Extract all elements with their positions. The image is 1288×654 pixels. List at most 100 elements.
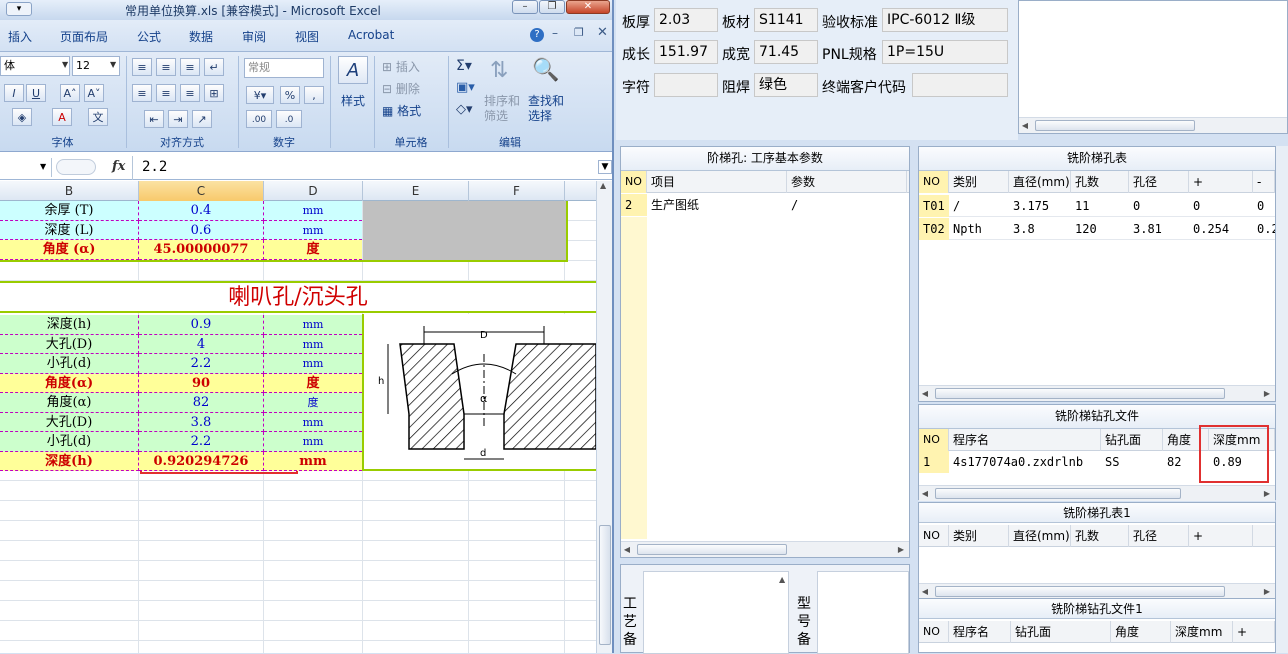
cell-value[interactable]: 4 — [139, 334, 264, 354]
cell-value[interactable]: 90 — [139, 373, 264, 393]
comma-icon[interactable]: , — [304, 86, 324, 104]
column-header-b[interactable]: B — [0, 181, 139, 201]
tab-review[interactable]: 审阅 — [242, 28, 266, 45]
chevron-down-icon[interactable]: ▼ — [110, 60, 116, 69]
col-minus[interactable]: - — [1253, 171, 1275, 193]
field-board-thickness[interactable]: 2.03 — [654, 8, 718, 32]
scroll-left-icon[interactable]: ◀ — [1021, 120, 1029, 131]
cell-unit[interactable]: 度 — [264, 373, 362, 393]
scroll-left-icon[interactable]: ◀ — [921, 388, 929, 399]
scroll-thumb[interactable] — [599, 525, 611, 645]
italic-icon[interactable]: I — [4, 84, 24, 102]
field-solder-mask[interactable]: 绿色 — [754, 73, 818, 97]
col-drill-side[interactable]: 钻孔面 — [1101, 429, 1163, 451]
col-program-name[interactable]: 程序名 — [949, 621, 1011, 643]
col-hole-size[interactable]: 孔径 — [1129, 171, 1189, 193]
scroll-thumb[interactable] — [637, 544, 787, 555]
field-customer-code[interactable] — [912, 73, 1008, 97]
minimize-icon[interactable]: – — [512, 0, 538, 14]
table-row[interactable]: T01 / 3.175 11 0 0 0 — [919, 195, 1275, 217]
col-hole-count[interactable]: 孔数 — [1071, 525, 1129, 547]
col-item[interactable]: 项目 — [647, 171, 787, 193]
orientation-icon[interactable]: ↗ — [192, 110, 212, 128]
cell-unit[interactable]: mm — [264, 220, 362, 240]
field-legend[interactable] — [654, 73, 718, 97]
scroll-left-icon[interactable]: ◀ — [623, 544, 631, 555]
format-cells-button[interactable]: ▦ 格式 — [382, 102, 421, 119]
align-top-icon[interactable]: ≡ — [132, 58, 152, 76]
align-left-icon[interactable]: ≡ — [132, 84, 152, 102]
process-remark-input[interactable] — [643, 571, 789, 654]
scroll-left-icon[interactable]: ◀ — [921, 586, 929, 597]
tab-acrobat[interactable]: Acrobat — [348, 28, 394, 42]
grow-font-icon[interactable]: A˄ — [60, 84, 80, 102]
merge-cells-icon[interactable]: ⊞ — [204, 84, 224, 102]
col-no[interactable]: NO — [919, 429, 949, 451]
cell-label[interactable]: 角度(α) — [0, 373, 139, 393]
align-middle-icon[interactable]: ≡ — [156, 58, 176, 76]
col-no[interactable]: NO — [919, 621, 949, 643]
col-no[interactable]: NO — [919, 525, 949, 547]
autosum-icon[interactable]: Σ▾ — [456, 58, 472, 74]
horizontal-scrollbar[interactable]: ◀ ▶ — [919, 583, 1275, 599]
field-board-material[interactable]: S1141 — [754, 8, 818, 32]
cell-value[interactable]: 82 — [139, 393, 264, 413]
cell-label[interactable]: 深度 (L) — [0, 220, 139, 240]
fill-color-icon[interactable]: ◈ — [12, 108, 32, 126]
wrap-text-icon[interactable]: ↵ — [204, 58, 224, 76]
col-param[interactable]: 参数 — [787, 171, 907, 193]
column-header-d[interactable]: D — [264, 181, 363, 201]
cell-label[interactable]: 深度(h) — [0, 451, 139, 471]
scroll-thumb[interactable] — [935, 488, 1181, 499]
decrease-indent-icon[interactable]: ⇤ — [144, 110, 164, 128]
horizontal-scrollbar[interactable]: ◀ ▶ — [919, 385, 1275, 401]
shrink-font-icon[interactable]: A˅ — [84, 84, 104, 102]
scroll-thumb[interactable] — [935, 586, 1225, 597]
cell-value[interactable]: 3.8 — [139, 412, 264, 432]
ribbon-restore-icon[interactable]: ❐ — [574, 26, 584, 39]
sort-filter-button[interactable]: 排序和 筛选 — [484, 94, 520, 124]
cell-label[interactable]: 深度(h) — [0, 315, 139, 335]
col-no[interactable]: NO — [919, 171, 949, 193]
find-select-button[interactable]: 查找和 选择 — [528, 94, 564, 124]
cell-value[interactable]: 0.920294726 — [139, 451, 264, 471]
column-header-c[interactable]: C — [139, 181, 264, 201]
cell-unit[interactable]: mm — [264, 354, 362, 374]
col-drill-side[interactable]: 钻孔面 — [1011, 621, 1111, 643]
model-remark-input[interactable] — [817, 571, 909, 654]
field-finished-length[interactable]: 151.97 — [654, 40, 718, 64]
worksheet-grid[interactable]: 喇叭孔/沉头孔 D h α d 余厚 (T) 0.4 mm 深度 (L) 0.6… — [0, 201, 597, 653]
table-row[interactable]: T02 Npth 3.8 120 3.81 0.254 0.2 — [919, 218, 1275, 240]
find-select-icon[interactable]: 🔍 — [532, 58, 559, 83]
cell-unit[interactable]: 度 — [264, 393, 362, 413]
align-bottom-icon[interactable]: ≡ — [180, 58, 200, 76]
col-angle[interactable]: 角度 — [1111, 621, 1171, 643]
percent-icon[interactable]: % — [280, 86, 300, 104]
scroll-up-icon[interactable]: ▲ — [600, 181, 606, 190]
formula-bar-expander[interactable] — [56, 159, 96, 175]
scroll-up-icon[interactable]: ▲ — [779, 575, 785, 584]
horizontal-scrollbar[interactable]: ◀ — [1019, 117, 1287, 133]
workbook-close-icon[interactable]: ✕ — [597, 25, 608, 40]
increase-indent-icon[interactable]: ⇥ — [168, 110, 188, 128]
scroll-right-icon[interactable]: ▶ — [1263, 586, 1271, 597]
cell-unit[interactable]: mm — [264, 201, 362, 221]
col-plus[interactable]: + — [1189, 171, 1253, 193]
number-format-box[interactable]: 常规 — [244, 58, 324, 78]
scroll-right-icon[interactable]: ▶ — [897, 544, 905, 555]
cell-value[interactable]: 45.00000077 — [139, 240, 264, 260]
scroll-right-icon[interactable]: ▶ — [1263, 388, 1271, 399]
col-diameter[interactable]: 直径(mm) — [1009, 171, 1071, 193]
font-color-icon[interactable]: A — [52, 108, 72, 126]
ribbon-minimize-icon[interactable]: – — [552, 26, 558, 40]
cell-label[interactable]: 大孔(D) — [0, 412, 139, 432]
field-pnl-spec[interactable]: 1P=15U — [882, 40, 1008, 64]
scroll-right-icon[interactable]: ▶ — [1263, 488, 1271, 499]
cell-unit[interactable]: mm — [264, 334, 362, 354]
quick-access-dropdown-icon[interactable]: ▾ — [6, 2, 32, 16]
decrease-decimal-icon[interactable]: .0 — [276, 110, 302, 128]
font-name-box[interactable]: 体 — [0, 56, 70, 76]
cell-styles-icon[interactable]: A — [338, 56, 368, 84]
col-category[interactable]: 类别 — [949, 171, 1009, 193]
formula-input[interactable]: 2.2 — [142, 159, 167, 175]
